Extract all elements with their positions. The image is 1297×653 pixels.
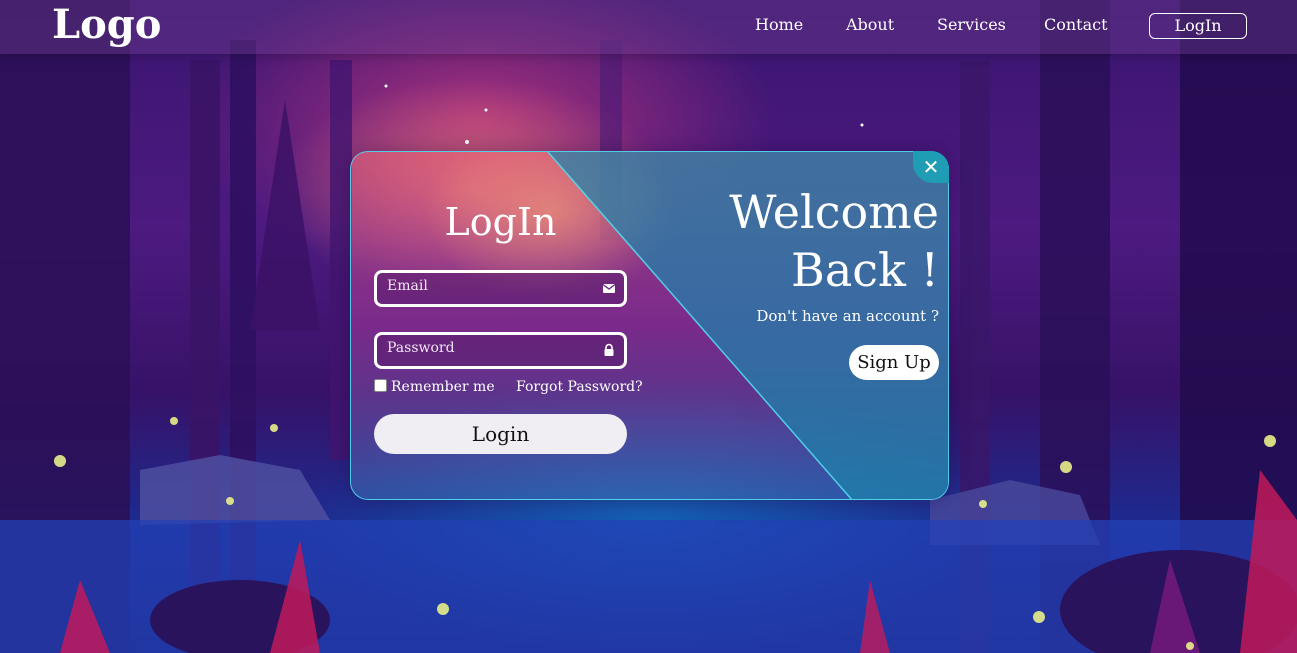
welcome-heading: Welcome Back ! [640, 183, 939, 299]
nav-link-services[interactable]: Services [937, 14, 1006, 36]
signup-button[interactable]: Sign Up [849, 345, 939, 380]
password-field[interactable]: Password [374, 332, 627, 369]
forgot-password-link[interactable]: Forgot Password? [516, 378, 643, 396]
nav-login-button[interactable]: LogIn [1149, 13, 1247, 39]
email-placeholder: Email [387, 278, 428, 294]
login-submit-button[interactable]: Login [374, 414, 627, 454]
remember-me-label: Remember me [391, 379, 495, 395]
welcome-line-1: Welcome [729, 185, 939, 239]
remember-me[interactable]: Remember me [374, 378, 495, 396]
remember-me-checkbox[interactable] [374, 379, 387, 392]
close-icon: ✕ [922, 155, 940, 179]
login-heading: LogIn [444, 200, 557, 244]
nav-link-home[interactable]: Home [755, 14, 803, 36]
site-logo[interactable]: Logo [52, 2, 161, 48]
password-placeholder: Password [387, 340, 455, 356]
nav-link-contact[interactable]: Contact [1044, 14, 1108, 36]
lock-icon [604, 343, 614, 356]
top-navbar: Logo Home About Services Contact LogIn [0, 0, 1297, 54]
welcome-line-2: Back ! [791, 243, 939, 297]
signup-prompt: Don't have an account ? [756, 307, 939, 325]
nav-link-about[interactable]: About [846, 14, 894, 36]
envelope-icon [602, 283, 616, 293]
email-field[interactable]: Email [374, 270, 627, 307]
